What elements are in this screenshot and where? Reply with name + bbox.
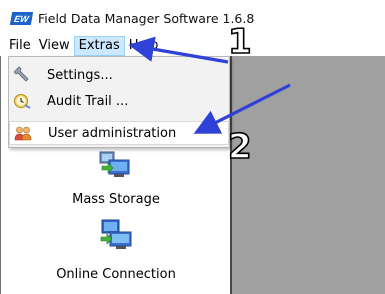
- menu-extras[interactable]: Extras: [73, 36, 125, 56]
- online-connection-icon[interactable]: [98, 218, 134, 250]
- online-connection-label[interactable]: Online Connection: [16, 267, 216, 282]
- menu-item-settings[interactable]: Settings...: [9, 63, 229, 87]
- title-bar: EW Field Data Manager Software 1.6.8: [0, 0, 385, 36]
- menu-file[interactable]: File: [5, 36, 35, 56]
- menu-item-user-administration[interactable]: User administration: [9, 121, 229, 145]
- main-workspace: [232, 56, 385, 294]
- annotation-step-1: 1: [227, 21, 252, 63]
- mass-storage-label[interactable]: Mass Storage: [16, 192, 216, 207]
- mass-storage-icon[interactable]: [98, 146, 134, 178]
- menu-item-audit-trail[interactable]: Audit Trail ...: [9, 89, 229, 113]
- wrench-icon: [13, 66, 31, 84]
- menu-item-user-administration-label: User administration: [48, 125, 177, 141]
- extras-dropdown-menu: Settings... Audit Trail ... User adminis…: [8, 56, 230, 148]
- menu-view[interactable]: View: [35, 36, 74, 56]
- menu-bar: File View Extras Help: [0, 36, 385, 56]
- users-icon: [14, 124, 32, 142]
- clock-icon: [13, 92, 31, 110]
- menu-item-audit-trail-label: Audit Trail ...: [47, 93, 129, 109]
- menu-help[interactable]: Help: [125, 36, 163, 56]
- annotation-step-2: 2: [227, 126, 252, 168]
- window-title: Field Data Manager Software 1.6.8: [38, 10, 255, 26]
- app-logo: EW: [9, 11, 34, 25]
- menu-item-settings-label: Settings...: [47, 67, 113, 83]
